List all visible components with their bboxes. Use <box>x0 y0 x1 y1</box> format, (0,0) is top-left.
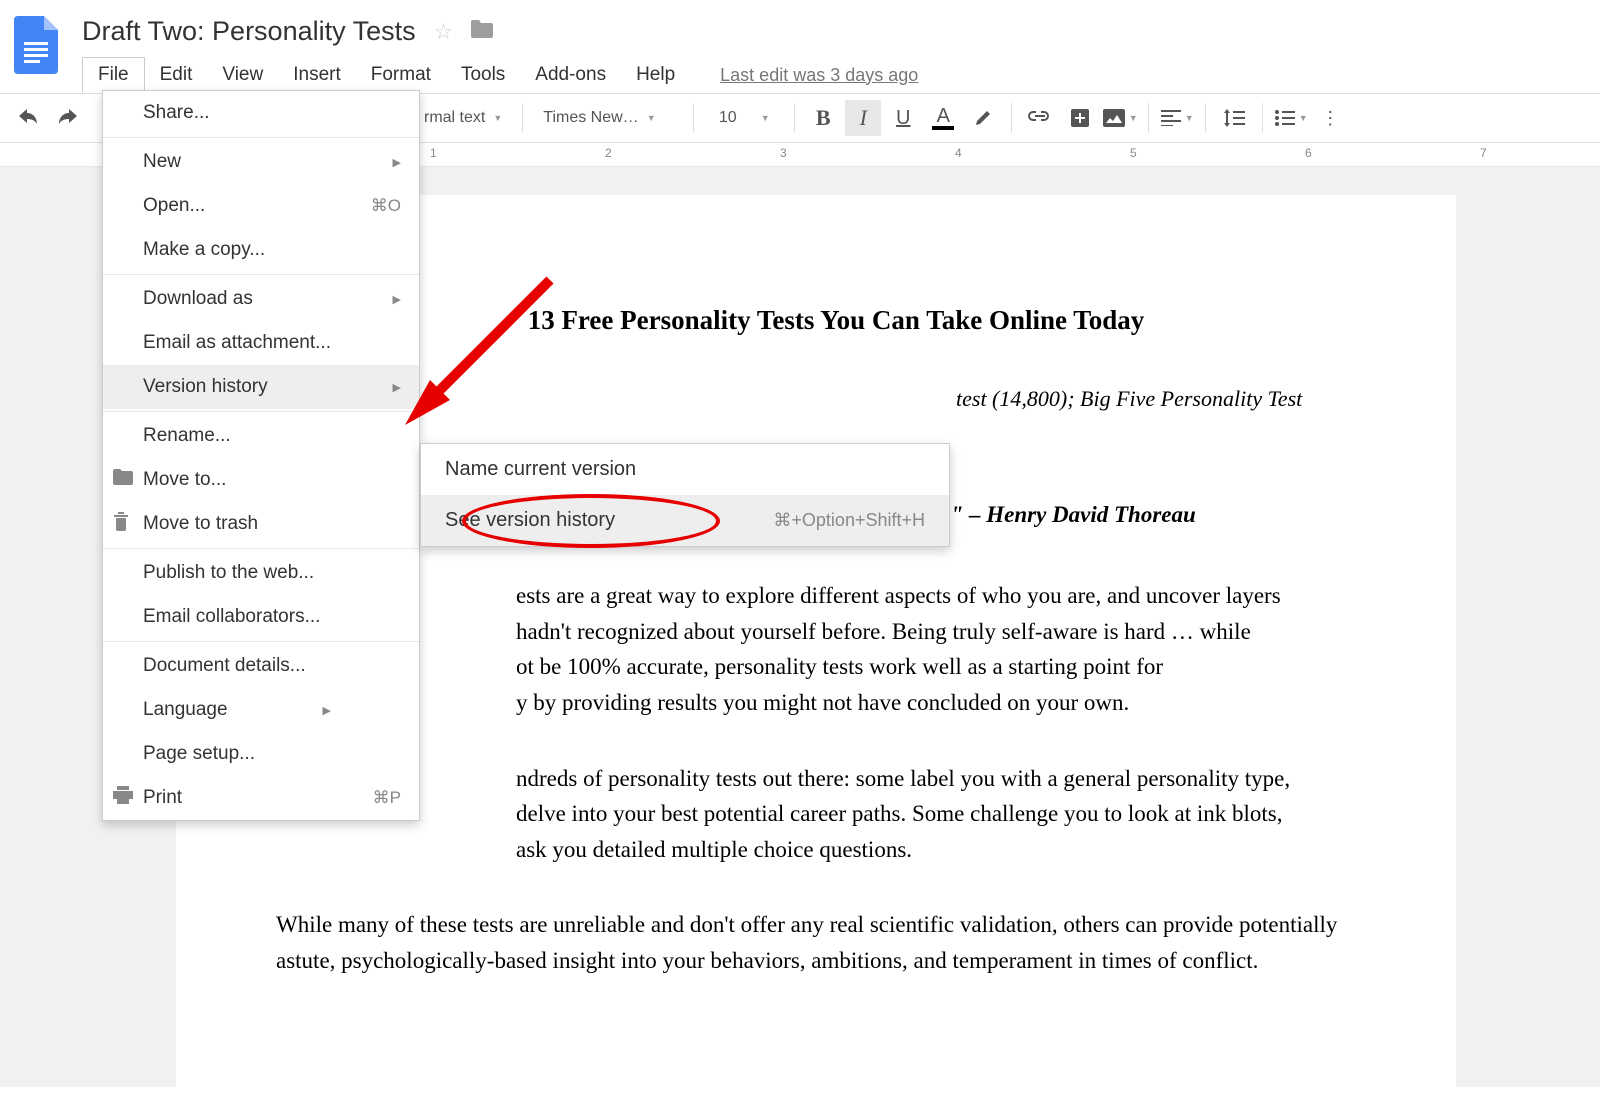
add-comment-button[interactable] <box>1062 100 1098 136</box>
align-button[interactable]: ▼ <box>1159 100 1195 136</box>
paragraph-style-label: rmal text <box>424 109 485 127</box>
line-spacing-button[interactable] <box>1216 100 1252 136</box>
ruler-mark: 3 <box>780 146 787 160</box>
doc-paragraph: While many of these tests are unreliable… <box>276 907 1396 978</box>
menu-new[interactable]: New▶ <box>103 140 419 184</box>
chevron-down-icon: ▼ <box>647 113 656 123</box>
text-color-button[interactable]: A <box>925 100 961 136</box>
italic-button[interactable]: I <box>845 100 881 136</box>
menu-move-to-trash[interactable]: Move to trash <box>103 502 419 546</box>
menu-view[interactable]: View <box>207 58 278 92</box>
font-select[interactable]: Times New… ▼ <box>533 103 683 133</box>
insert-link-button[interactable] <box>1022 100 1058 136</box>
redo-button[interactable] <box>50 100 86 136</box>
shortcut-label: ⌘+Option+Shift+H <box>773 510 925 531</box>
menu-download-as[interactable]: Download as▶ <box>103 277 419 321</box>
chevron-down-icon: ▼ <box>1129 113 1138 123</box>
chevron-down-icon: ▼ <box>761 113 770 123</box>
ruler-mark: 1 <box>430 146 437 160</box>
annotation-arrow <box>390 260 570 445</box>
ruler-mark: 7 <box>1480 146 1487 160</box>
menu-document-details[interactable]: Document details... <box>103 644 419 688</box>
insert-image-button[interactable]: ▼ <box>1102 100 1138 136</box>
chevron-down-icon: ▼ <box>493 113 502 123</box>
menu-insert[interactable]: Insert <box>278 58 356 92</box>
menu-publish-web[interactable]: Publish to the web... <box>103 551 419 595</box>
annotation-circle <box>462 494 720 548</box>
ruler-mark: 6 <box>1305 146 1312 160</box>
menu-print[interactable]: Print⌘P <box>103 776 419 820</box>
font-label: Times New… <box>543 109 638 127</box>
undo-button[interactable] <box>10 100 46 136</box>
menu-format[interactable]: Format <box>356 58 446 92</box>
menu-edit[interactable]: Edit <box>145 58 208 92</box>
doc-paragraph: ndreds of personality tests out there: s… <box>276 761 1396 868</box>
underline-button[interactable]: U <box>885 100 921 136</box>
doc-paragraph: ests are a great way to explore differen… <box>276 578 1396 721</box>
menu-make-copy[interactable]: Make a copy... <box>103 228 419 272</box>
shortcut-label: ⌘P <box>373 788 401 808</box>
chevron-down-icon: ▼ <box>1185 113 1194 123</box>
menu-language[interactable]: Language▶ <box>103 688 419 732</box>
menu-help[interactable]: Help <box>621 58 690 92</box>
menu-addons[interactable]: Add-ons <box>520 58 621 92</box>
menu-tools[interactable]: Tools <box>446 58 520 92</box>
ruler-mark: 5 <box>1130 146 1137 160</box>
chevron-right-icon: ▶ <box>323 704 331 717</box>
ruler-mark: 2 <box>605 146 612 160</box>
print-icon <box>113 786 133 810</box>
submenu-name-version[interactable]: Name current version <box>421 444 949 495</box>
paragraph-style-select[interactable]: rmal text ▼ <box>414 103 512 133</box>
menubar: File Edit View Insert Format Tools Add-o… <box>82 57 918 93</box>
highlight-color-button[interactable] <box>965 100 1001 136</box>
menu-file[interactable]: File <box>82 57 145 93</box>
star-icon[interactable]: ☆ <box>434 19 454 45</box>
chevron-down-icon: ▼ <box>1299 113 1308 123</box>
document-title[interactable]: Draft Two: Personality Tests <box>82 16 416 47</box>
more-button[interactable]: ⋮ <box>1313 100 1349 136</box>
menu-email-collaborators[interactable]: Email collaborators... <box>103 595 419 639</box>
font-size-label: 10 <box>719 109 737 127</box>
menu-email-attachment[interactable]: Email as attachment... <box>103 321 419 365</box>
list-button[interactable]: ▼ <box>1273 100 1309 136</box>
ruler-mark: 4 <box>955 146 962 160</box>
shortcut-label: ⌘O <box>371 196 401 216</box>
folder-icon[interactable] <box>471 20 493 43</box>
trash-icon <box>113 511 129 537</box>
chevron-right-icon: ▶ <box>393 156 401 169</box>
file-menu-dropdown: Share... New▶ Open...⌘O Make a copy... D… <box>102 90 420 821</box>
bold-button[interactable]: B <box>805 100 841 136</box>
menu-version-history[interactable]: Version history▶ <box>103 365 419 409</box>
menu-rename[interactable]: Rename... <box>103 414 419 458</box>
docs-logo[interactable] <box>10 10 62 80</box>
menu-open[interactable]: Open...⌘O <box>103 184 419 228</box>
menu-page-setup[interactable]: Page setup... <box>103 732 419 776</box>
folder-icon <box>113 469 133 491</box>
menu-share[interactable]: Share... <box>103 91 419 135</box>
menu-move-to[interactable]: Move to... <box>103 458 419 502</box>
font-size-select[interactable]: 10 ▼ <box>704 103 784 133</box>
last-edit-link[interactable]: Last edit was 3 days ago <box>720 65 918 86</box>
